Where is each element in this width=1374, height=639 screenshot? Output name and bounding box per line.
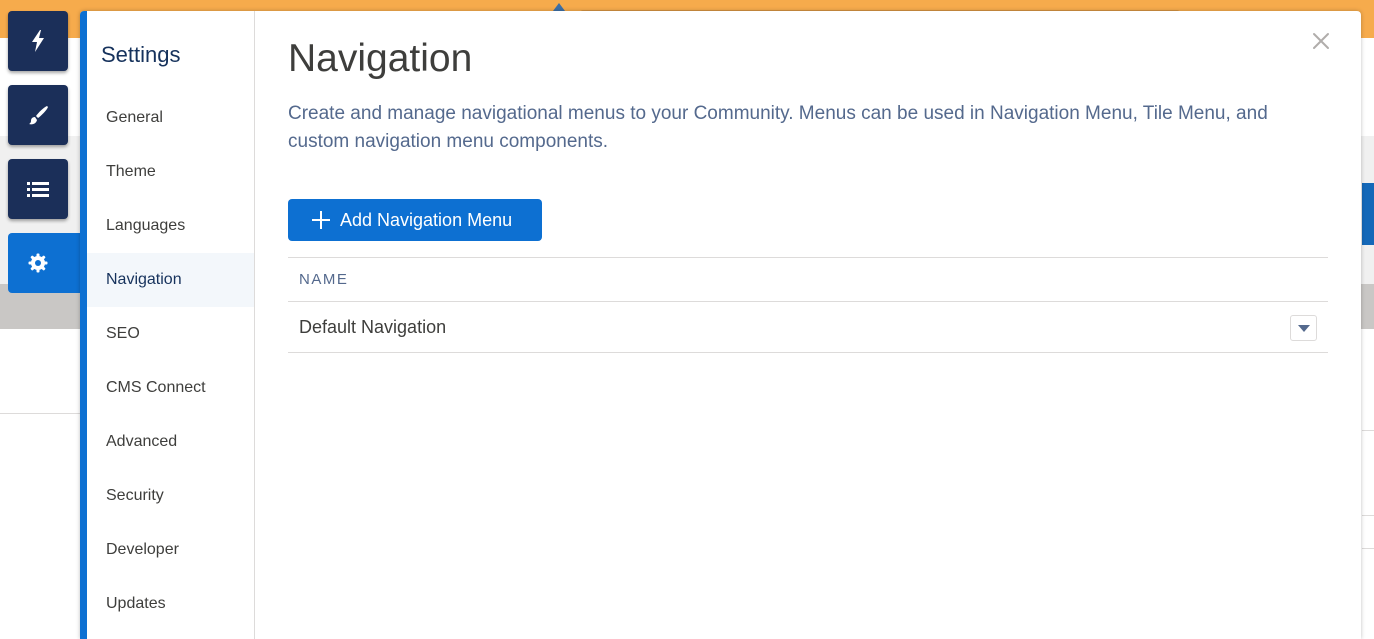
list-icon (27, 182, 49, 197)
navigation-menu-table: NAME Default Navigation (288, 257, 1328, 353)
background-divider (1362, 515, 1374, 516)
background-blue-strip (1362, 183, 1374, 245)
navigation-content: Navigation Create and manage navigationa… (288, 11, 1328, 639)
settings-nav-item-navigation[interactable]: Navigation (87, 253, 254, 307)
chevron-down-icon (1297, 324, 1310, 332)
settings-nav-item-seo[interactable]: SEO (87, 307, 254, 361)
background-divider (1362, 430, 1374, 431)
column-header-name: NAME (299, 271, 349, 288)
background-divider (0, 413, 80, 414)
add-navigation-menu-label: Add Navigation Menu (340, 209, 513, 230)
rail-button-settings[interactable] (8, 233, 88, 293)
settings-panel: Settings General Theme Languages Navigat… (80, 11, 1361, 639)
settings-nav-item-security[interactable]: Security (87, 469, 254, 523)
page-title: Navigation (288, 37, 473, 80)
rail-button-pages[interactable] (8, 159, 68, 219)
settings-nav: Settings General Theme Languages Navigat… (87, 11, 255, 639)
settings-nav-item-theme[interactable]: Theme (87, 145, 254, 199)
add-navigation-menu-button[interactable]: Add Navigation Menu (288, 199, 542, 241)
settings-nav-item-general[interactable]: General (87, 91, 254, 145)
panel-accent-edge (80, 11, 87, 639)
lightning-icon (32, 30, 44, 52)
table-row[interactable]: Default Navigation (288, 302, 1328, 353)
gear-icon (28, 253, 48, 273)
close-icon (1313, 33, 1329, 49)
rail-button-theme[interactable] (8, 85, 68, 145)
settings-title: Settings (101, 42, 181, 67)
menu-name: Default Navigation (299, 316, 447, 337)
row-actions-dropdown[interactable] (1290, 315, 1317, 341)
background-divider (1362, 548, 1374, 549)
page-description: Create and manage navigational menus to … (288, 103, 1268, 152)
brush-icon (29, 106, 48, 125)
settings-nav-item-cms-connect[interactable]: CMS Connect (87, 361, 254, 415)
table-header: NAME (288, 257, 1328, 302)
close-button[interactable] (1311, 31, 1331, 51)
settings-nav-item-advanced[interactable]: Advanced (87, 415, 254, 469)
rail-button-components[interactable] (8, 11, 68, 71)
settings-nav-item-updates[interactable]: Updates (87, 577, 254, 631)
settings-nav-item-developer[interactable]: Developer (87, 523, 254, 577)
plus-icon (312, 211, 330, 229)
banner-icon (553, 3, 565, 11)
settings-nav-item-languages[interactable]: Languages (87, 199, 254, 253)
